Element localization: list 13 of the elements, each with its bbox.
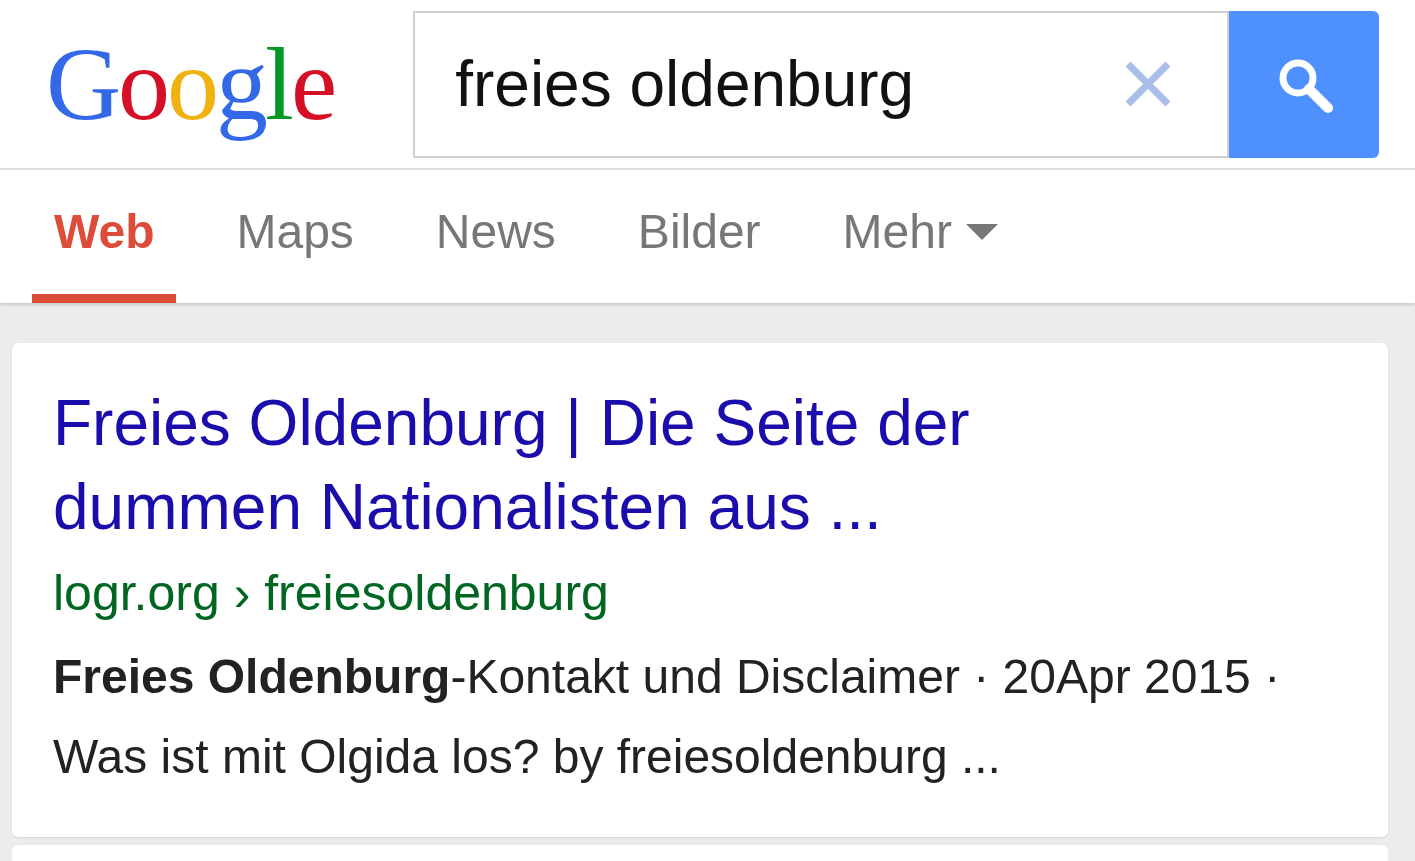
tab[interactable]: News [413, 170, 578, 303]
tab[interactable]: Mehr [820, 170, 1020, 303]
result-title[interactable]: Freies Oldenburg | Die Seite der dummen Nationalisten aus ... [53, 381, 1113, 549]
result-url: logr.org › freiesoldenburg [53, 564, 610, 623]
search-field[interactable]: freies oldenburg [413, 10, 1230, 158]
tab[interactable]: Web [32, 170, 177, 303]
search-button[interactable] [1229, 10, 1380, 158]
clear-icon[interactable] [1124, 60, 1173, 108]
search-text: freies oldenburg [455, 47, 916, 122]
tab[interactable]: Bilder [615, 170, 783, 303]
google-logo[interactable]: Google [46, 19, 341, 149]
tab[interactable]: Maps [214, 170, 376, 303]
result-snippet: Freies Oldenburg-Kontakt und Disclaimer · 20Apr 2015 · Was ist mit Olgida los? by freiesoldenburg ... [53, 649, 1282, 785]
